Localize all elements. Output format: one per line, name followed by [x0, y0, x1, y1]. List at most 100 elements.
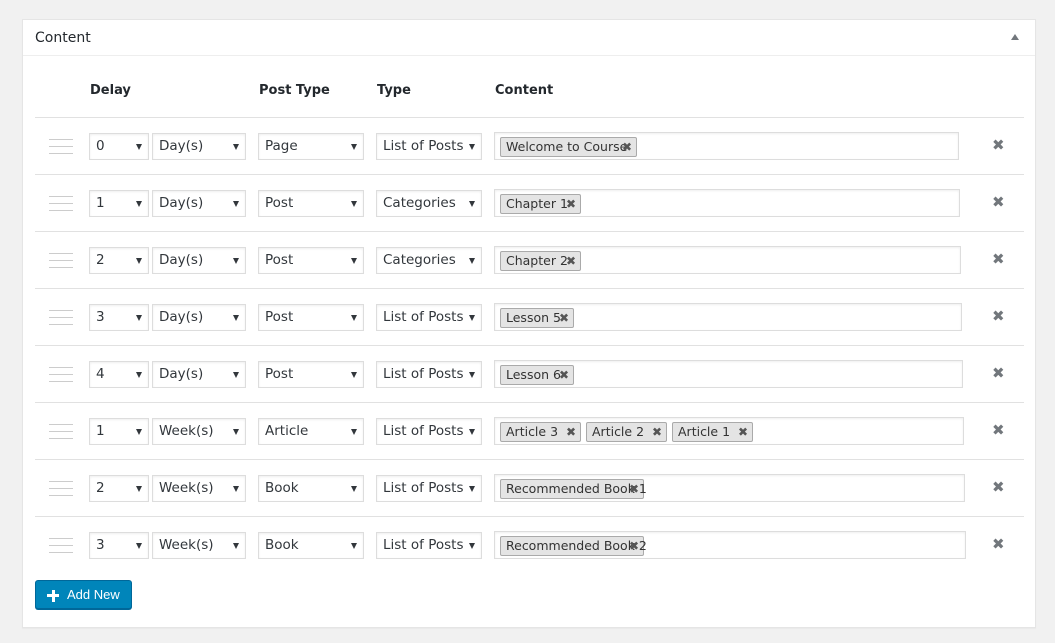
dropdown-arrow-icon — [469, 201, 475, 207]
delay-unit-select[interactable]: Day(s) — [152, 361, 246, 388]
content-tag-label: Chapter 1 — [506, 196, 568, 211]
content-tag: Welcome to Course ✖ — [500, 137, 637, 157]
tag-remove-icon[interactable]: ✖ — [629, 480, 639, 498]
tag-remove-icon[interactable]: ✖ — [559, 366, 569, 384]
drag-handle-icon[interactable] — [49, 480, 73, 497]
type-select-value: List of Posts — [383, 309, 464, 325]
content-field[interactable]: Recommended Book 2 ✖ — [494, 531, 966, 559]
remove-row-icon[interactable]: ✖ — [992, 250, 1005, 268]
remove-row-icon[interactable]: ✖ — [992, 307, 1005, 325]
post-type-select-value: Article — [265, 423, 309, 439]
remove-row-icon[interactable]: ✖ — [992, 535, 1005, 553]
delay-unit-select[interactable]: Week(s) — [152, 418, 246, 445]
type-select[interactable]: List of Posts — [376, 418, 482, 445]
delay-unit-select[interactable]: Day(s) — [152, 190, 246, 217]
tag-remove-icon[interactable]: ✖ — [622, 138, 632, 156]
dropdown-arrow-icon — [351, 201, 357, 207]
dropdown-arrow-icon — [469, 372, 475, 378]
post-type-select[interactable]: Book — [258, 475, 364, 502]
content-field[interactable]: Lesson 6 ✖ — [494, 360, 963, 388]
type-select[interactable]: Categories — [376, 247, 482, 274]
dropdown-arrow-icon — [351, 486, 357, 492]
column-header-type: Type — [377, 83, 411, 98]
add-new-button[interactable]: Add New — [35, 580, 132, 609]
drag-handle-icon[interactable] — [49, 366, 73, 383]
delay-unit-select-value: Day(s) — [159, 195, 204, 211]
delay-select[interactable]: 2 — [89, 475, 149, 502]
column-header-post-type: Post Type — [259, 83, 330, 98]
content-tag-label: Lesson 6 — [506, 367, 561, 382]
post-type-select[interactable]: Book — [258, 532, 364, 559]
drag-handle-icon[interactable] — [49, 138, 73, 155]
dropdown-arrow-icon — [469, 315, 475, 321]
type-select[interactable]: List of Posts — [376, 361, 482, 388]
delay-select[interactable]: 1 — [89, 190, 149, 217]
delay-unit-select[interactable]: Week(s) — [152, 475, 246, 502]
content-field[interactable]: Welcome to Course ✖ — [494, 132, 959, 160]
delay-unit-select-value: Day(s) — [159, 309, 204, 325]
tag-remove-icon[interactable]: ✖ — [629, 537, 639, 555]
delay-select[interactable]: 0 — [89, 133, 149, 160]
post-type-select-value: Page — [265, 138, 298, 154]
content-field[interactable]: Chapter 2 ✖ — [494, 246, 961, 274]
column-header-content: Content — [495, 83, 554, 98]
delay-select[interactable]: 2 — [89, 247, 149, 274]
post-type-select[interactable]: Post — [258, 247, 364, 274]
content-field[interactable]: Recommended Book 1 ✖ — [494, 474, 965, 502]
remove-row-icon[interactable]: ✖ — [992, 364, 1005, 382]
delay-unit-select[interactable]: Week(s) — [152, 532, 246, 559]
table-row: 4 Day(s) Post List of Posts Lesson 6 ✖ ✖ — [35, 345, 1024, 402]
drag-handle-icon[interactable] — [49, 195, 73, 212]
delay-select[interactable]: 4 — [89, 361, 149, 388]
dropdown-arrow-icon — [136, 486, 142, 492]
drag-handle-icon[interactable] — [49, 309, 73, 326]
collapse-toggle-icon[interactable] — [1011, 34, 1019, 40]
type-select[interactable]: Categories — [376, 190, 482, 217]
content-tag-label: Recommended Book 2 — [506, 538, 647, 553]
drag-handle-icon[interactable] — [49, 537, 73, 554]
content-field[interactable]: Lesson 5 ✖ — [494, 303, 962, 331]
type-select-value: Categories — [383, 195, 456, 211]
drag-handle-icon[interactable] — [49, 423, 73, 440]
content-field[interactable]: Article 3 ✖ Article 2 ✖ Article 1 ✖ — [494, 417, 964, 445]
post-type-select[interactable]: Post — [258, 361, 364, 388]
tag-remove-icon[interactable]: ✖ — [738, 423, 748, 441]
tag-remove-icon[interactable]: ✖ — [652, 423, 662, 441]
type-select[interactable]: List of Posts — [376, 304, 482, 331]
table-row: 1 Week(s) Article List of Posts Article 3 ✖ Ar… — [35, 402, 1024, 459]
post-type-select[interactable]: Article — [258, 418, 364, 445]
post-type-select[interactable]: Page — [258, 133, 364, 160]
delay-select-value: 3 — [96, 537, 105, 553]
type-select[interactable]: List of Posts — [376, 532, 482, 559]
dropdown-arrow-icon — [136, 372, 142, 378]
delay-select-value: 1 — [96, 195, 105, 211]
dropdown-arrow-icon — [233, 429, 239, 435]
remove-row-icon[interactable]: ✖ — [992, 193, 1005, 211]
tag-remove-icon[interactable]: ✖ — [566, 252, 576, 270]
dropdown-arrow-icon — [233, 258, 239, 264]
type-select[interactable]: List of Posts — [376, 133, 482, 160]
post-type-select[interactable]: Post — [258, 304, 364, 331]
tag-remove-icon[interactable]: ✖ — [566, 423, 576, 441]
content-field[interactable]: Chapter 1 ✖ — [494, 189, 960, 217]
delay-select[interactable]: 3 — [89, 304, 149, 331]
delay-unit-select-value: Week(s) — [159, 423, 214, 439]
delay-select[interactable]: 1 — [89, 418, 149, 445]
tag-remove-icon[interactable]: ✖ — [566, 195, 576, 213]
content-tag-label: Article 1 — [678, 424, 731, 439]
remove-row-icon[interactable]: ✖ — [992, 421, 1005, 439]
content-tag-label: Chapter 2 — [506, 253, 568, 268]
drag-handle-icon[interactable] — [49, 252, 73, 269]
delay-unit-select[interactable]: Day(s) — [152, 133, 246, 160]
delay-unit-select-value: Day(s) — [159, 366, 204, 382]
remove-row-icon[interactable]: ✖ — [992, 478, 1005, 496]
delay-unit-select[interactable]: Day(s) — [152, 304, 246, 331]
delay-select[interactable]: 3 — [89, 532, 149, 559]
post-type-select[interactable]: Post — [258, 190, 364, 217]
type-select[interactable]: List of Posts — [376, 475, 482, 502]
delay-unit-select[interactable]: Day(s) — [152, 247, 246, 274]
dropdown-arrow-icon — [136, 429, 142, 435]
tag-remove-icon[interactable]: ✖ — [559, 309, 569, 327]
remove-row-icon[interactable]: ✖ — [992, 136, 1005, 154]
panel-header[interactable]: Content — [23, 20, 1035, 56]
